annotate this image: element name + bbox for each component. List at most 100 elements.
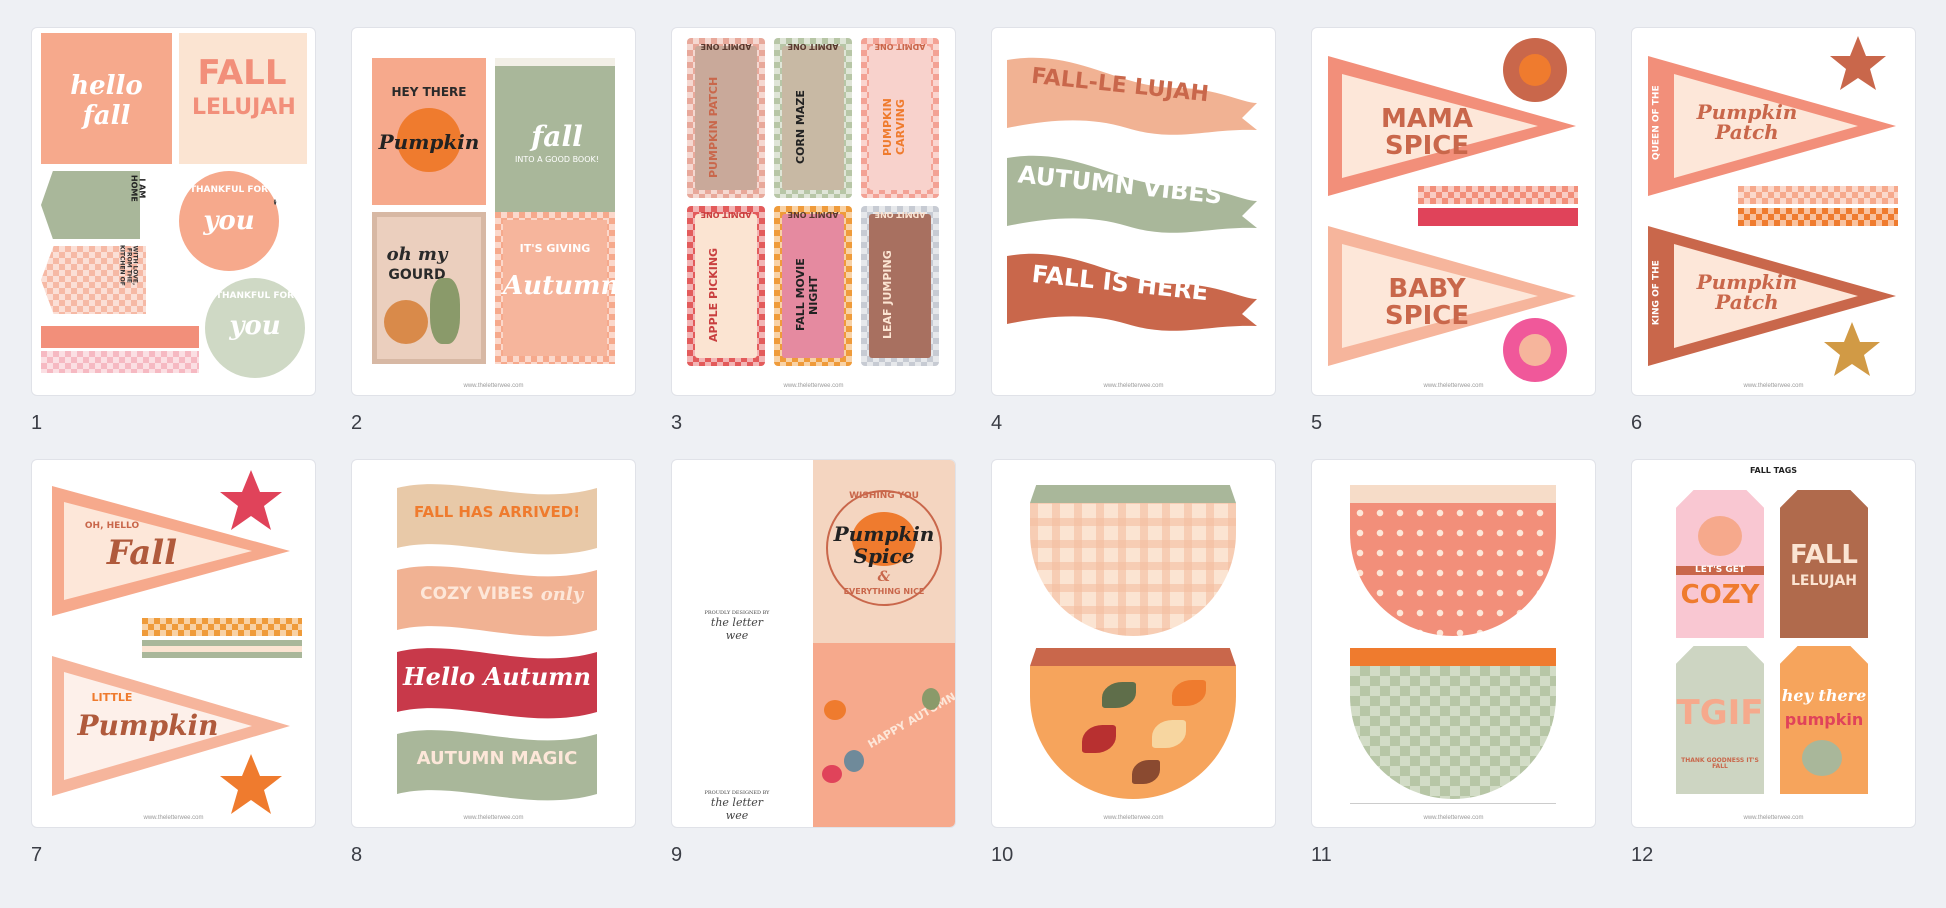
ticket-leaf-jumping: ADMIT ONE LEAF JUMPING (861, 206, 939, 366)
checker-pocket (1350, 666, 1556, 799)
washi-strip-2 (1738, 208, 1898, 226)
signature-text: the letter wee (710, 616, 764, 642)
pumpkin-icon (822, 765, 842, 783)
page-thumbnail-12[interactable]: FALL TAGS LET'S GET COZY FALL LELUJAH TG… (1631, 459, 1916, 891)
hey-there-text: HEY THERE (391, 85, 467, 99)
page-canvas[interactable]: www.theletterwee.com (991, 459, 1276, 828)
banner-text-2b: only (540, 584, 584, 605)
page-thumbnail-9[interactable]: PROUDLY DESIGNED BY the letter wee PROUD… (671, 459, 956, 891)
page-number: 9 (671, 844, 683, 866)
footer-url: www.theletterwee.com (1103, 815, 1164, 821)
banner-text-1: FALL HAS ARRIVED! (413, 503, 581, 521)
page-number: 2 (351, 412, 363, 434)
footer-url: www.theletterwee.com (143, 815, 204, 821)
footer-url: www.theletterwee.com (1423, 815, 1484, 821)
you-text-1: you (203, 206, 255, 236)
pumpkin-patch-text-2: Pumpkin Patch (1696, 270, 1798, 314)
plaid-pocket (1030, 503, 1236, 636)
page-thumbnail-3[interactable]: ADMIT ONE PUMPKIN PATCH ADMIT ONE CORN M… (671, 27, 956, 459)
page-thumbnail-6[interactable]: QUEEN OF THE Pumpkin Patch KING OF THE P… (1631, 27, 1916, 459)
gourd-icon (844, 750, 864, 772)
ticket-admit-text: ADMIT ONE (787, 42, 839, 51)
ticket-admit-text: ADMIT ONE (874, 210, 926, 219)
washi-gingham (41, 351, 199, 373)
star-icon (220, 754, 282, 814)
page-number: 10 (991, 844, 1014, 866)
ticket-label: FALL MOVIE NIGHT (794, 258, 820, 332)
page-canvas[interactable]: hello fall FALL LELUJAH I AM HOME THANKF… (31, 27, 316, 396)
footer-url: www.theletterwee.com (1103, 383, 1164, 389)
ticket-label: PUMPKIN PATCH (707, 76, 720, 178)
ampersand-text: & (877, 569, 891, 585)
page-canvas[interactable]: FALL TAGS LET'S GET COZY FALL LELUJAH TG… (1631, 459, 1916, 828)
washi-strip-2 (1418, 208, 1578, 226)
pennant-text-1: MAMA SPICE (1381, 104, 1473, 162)
tgif-sub-text: THANK GOODNESS IT'S FALL (1681, 757, 1759, 771)
page-canvas[interactable]: PROUDLY DESIGNED BY the letter wee PROUD… (671, 459, 956, 828)
washi-strip-1 (1738, 186, 1898, 204)
banner-text-4: AUTUMN MAGIC (416, 748, 578, 769)
wishing-you-text: WISHING YOU (849, 491, 919, 501)
fall-text: fall (82, 101, 131, 131)
fall-text: Fall (106, 533, 178, 573)
ticket-label: APPLE PICKING (707, 247, 720, 343)
ticket-pumpkin-patch: ADMIT ONE PUMPKIN PATCH (687, 38, 765, 198)
page-number: 6 (1631, 412, 1643, 434)
fall-tags-title: FALL TAGS (1749, 466, 1798, 475)
page-thumbnail-8[interactable]: FALL HAS ARRIVED! COZY VIBES only Hello … (351, 459, 636, 891)
page-thumbnail-4[interactable]: FALL-LE LUJAH AUTUMN VIBES FALL IS HERE … (991, 27, 1276, 459)
page-thumbnail-11[interactable]: www.theletterwee.com 11 (1311, 459, 1596, 891)
star-icon (220, 470, 282, 530)
page-thumbnail-7[interactable]: OH, HELLO Fall LITTLE Pumpkin www.thelet… (31, 459, 316, 891)
hello-text: hello (70, 71, 143, 101)
page-number: 5 (1311, 412, 1323, 434)
gourd-icon-2 (430, 278, 460, 344)
little-text: LITTLE (91, 691, 133, 704)
fall-text: fall (531, 120, 583, 153)
oh-my-gourd-card (372, 212, 486, 364)
footer-url: www.theletterwee.com (783, 383, 844, 389)
its-giving-text: IT'S GIVING (519, 242, 591, 255)
pennant-text-2: BABY SPICE (1384, 274, 1470, 332)
pumpkin-icon (1519, 54, 1551, 86)
pumpkin-icon (1519, 334, 1551, 366)
page-thumbnail-5[interactable]: MAMA SPICE BABY SPICE www.theletterwee.c… (1311, 27, 1596, 459)
page-canvas[interactable]: HEY THERE Pumpkin fall INTO A GOOD BOOK!… (351, 27, 636, 396)
washi-leaves (41, 326, 199, 348)
page-number: 8 (351, 844, 363, 866)
footer-url: www.theletterwee.com (463, 815, 524, 821)
page-canvas[interactable]: MAMA SPICE BABY SPICE www.theletterwee.c… (1311, 27, 1596, 396)
ticket-label: LEAF JUMPING (881, 250, 894, 340)
autumn-text: Autumn (503, 271, 620, 301)
page-canvas[interactable]: QUEEN OF THE Pumpkin Patch KING OF THE P… (1631, 27, 1916, 396)
fall-lelujah-line2: LELUJAH (192, 95, 296, 120)
tag-lets-get-cozy (1676, 490, 1764, 638)
ticket-label: PUMPKIN CARVING (881, 98, 907, 156)
thankful-for-text-2: THANKFUL FOR (215, 291, 295, 301)
signature-logo-2: PROUDLY DESIGNED BY the letter wee (702, 790, 772, 822)
page-canvas[interactable]: www.theletterwee.com (1311, 459, 1596, 828)
cozy-text: COZY (1680, 580, 1760, 610)
page-thumbnail-10[interactable]: www.theletterwee.com 10 (991, 459, 1276, 891)
banner-text-2: COZY VIBES (420, 584, 534, 604)
page-canvas[interactable]: ADMIT ONE PUMPKIN PATCH ADMIT ONE CORN M… (671, 27, 956, 396)
king-of-the-text: KING OF THE (1651, 260, 1662, 326)
i-am-home-text: I AM HOME (129, 174, 147, 202)
pumpkin-text: Pumpkin (77, 709, 219, 742)
pumpkin-text: pumpkin (1784, 710, 1864, 729)
page-number: 3 (671, 412, 683, 434)
page-canvas[interactable]: OH, HELLO Fall LITTLE Pumpkin www.thelet… (31, 459, 316, 828)
signature-logo: PROUDLY DESIGNED BY the letter wee (702, 610, 772, 642)
page-canvas[interactable]: FALL-LE LUJAH AUTUMN VIBES FALL IS HERE … (991, 27, 1276, 396)
star-icon (1830, 36, 1886, 90)
ticket-pumpkin-carving: ADMIT ONE PUMPKIN CARVING (861, 38, 939, 198)
spice-text: Spice (853, 544, 915, 568)
page-thumbnail-1[interactable]: hello fall FALL LELUJAH I AM HOME THANKF… (31, 27, 316, 459)
pumpkin-icon (1698, 516, 1742, 556)
queen-of-the-text: QUEEN OF THE (1651, 85, 1662, 161)
ticket-admit-text: ADMIT ONE (700, 42, 752, 51)
lelujah-text: LELUJAH (1790, 573, 1858, 589)
page-canvas[interactable]: FALL HAS ARRIVED! COZY VIBES only Hello … (351, 459, 636, 828)
page-thumbnail-2[interactable]: HEY THERE Pumpkin fall INTO A GOOD BOOK!… (351, 27, 636, 459)
fall-text: FALL (1789, 540, 1859, 570)
